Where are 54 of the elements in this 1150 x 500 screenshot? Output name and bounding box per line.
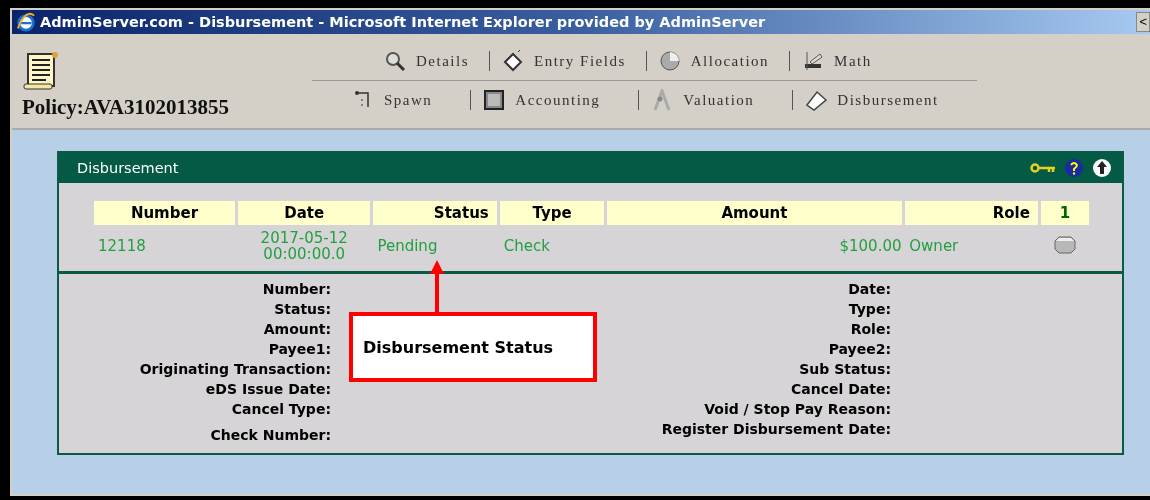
ruler-icon bbox=[802, 50, 825, 72]
browser-icon bbox=[16, 12, 36, 32]
field-label: Role: bbox=[850, 320, 891, 339]
column-header: Status bbox=[373, 201, 497, 225]
field-label: Number: bbox=[262, 280, 331, 299]
scroll-icon bbox=[22, 51, 60, 91]
table-cell-text: 2017-05-12 00:00:00.0 bbox=[259, 230, 349, 262]
panel-title: Disbursement bbox=[77, 160, 180, 176]
policy-number: Policy:AVA3102013855 bbox=[22, 95, 230, 120]
help-icon[interactable] bbox=[1064, 158, 1084, 178]
table-cell-text: $100.00 bbox=[838, 236, 902, 257]
field-label: Originating Transaction: bbox=[139, 360, 331, 379]
tag-icon bbox=[805, 89, 828, 111]
column-header: Amount bbox=[607, 201, 902, 225]
column-header: Date bbox=[237, 201, 371, 225]
field-label: Sub Status: bbox=[799, 360, 891, 379]
field-label: eDS Issue Date: bbox=[205, 380, 331, 399]
field-label: Cancel Date: bbox=[791, 380, 891, 399]
nav-link[interactable]: Accounting bbox=[471, 90, 640, 110]
annotation-callout: Disbursement Status bbox=[349, 312, 597, 382]
column-header: 1 bbox=[1040, 201, 1089, 225]
field-label: Check Number: bbox=[210, 426, 331, 445]
nav-link[interactable]: Math bbox=[790, 51, 892, 71]
search-icon bbox=[384, 50, 406, 72]
table-cell-text: Owner bbox=[908, 236, 960, 257]
ledger-icon bbox=[483, 89, 506, 111]
column-header: Role bbox=[904, 201, 1038, 225]
diamond-icon bbox=[502, 50, 524, 72]
field-label: Void / Stop Pay Reason: bbox=[704, 400, 891, 419]
field-label: Date: bbox=[848, 280, 891, 299]
nav-link[interactable]: Details bbox=[372, 51, 490, 71]
field-label: Amount: bbox=[263, 320, 331, 339]
table-cell-text: Pending bbox=[376, 236, 439, 257]
table-cell-text: 12118 bbox=[97, 236, 147, 257]
column-header: Number bbox=[94, 201, 235, 225]
field-label: Status: bbox=[274, 300, 331, 319]
field-label: Cancel Type: bbox=[231, 400, 331, 419]
field-label: Payee1: bbox=[268, 340, 331, 359]
nav-link[interactable]: Allocation bbox=[646, 51, 791, 71]
nav-link[interactable]: Spawn bbox=[340, 90, 472, 110]
column-header: Type bbox=[499, 201, 605, 225]
upload-icon[interactable] bbox=[1092, 158, 1112, 178]
nav-link[interactable]: Disbursement bbox=[793, 90, 977, 110]
nav-link[interactable]: Entry Fields bbox=[490, 51, 647, 71]
nav-link[interactable]: Valuation bbox=[639, 90, 794, 110]
field-label: Payee2: bbox=[828, 340, 891, 359]
disc-icon bbox=[658, 50, 681, 72]
table-cell-text: Check bbox=[502, 236, 551, 257]
key-icon[interactable] bbox=[1030, 162, 1056, 174]
select-button[interactable] bbox=[1053, 235, 1076, 254]
window-title: AdminServer.com - Disbursement - Microsoft Internet Explorer provided by AdminServer bbox=[40, 14, 767, 30]
field-label: Type: bbox=[848, 300, 891, 319]
field-label: Register Disbursement Date: bbox=[661, 420, 891, 439]
window-edge-button[interactable]: < bbox=[1136, 12, 1150, 32]
